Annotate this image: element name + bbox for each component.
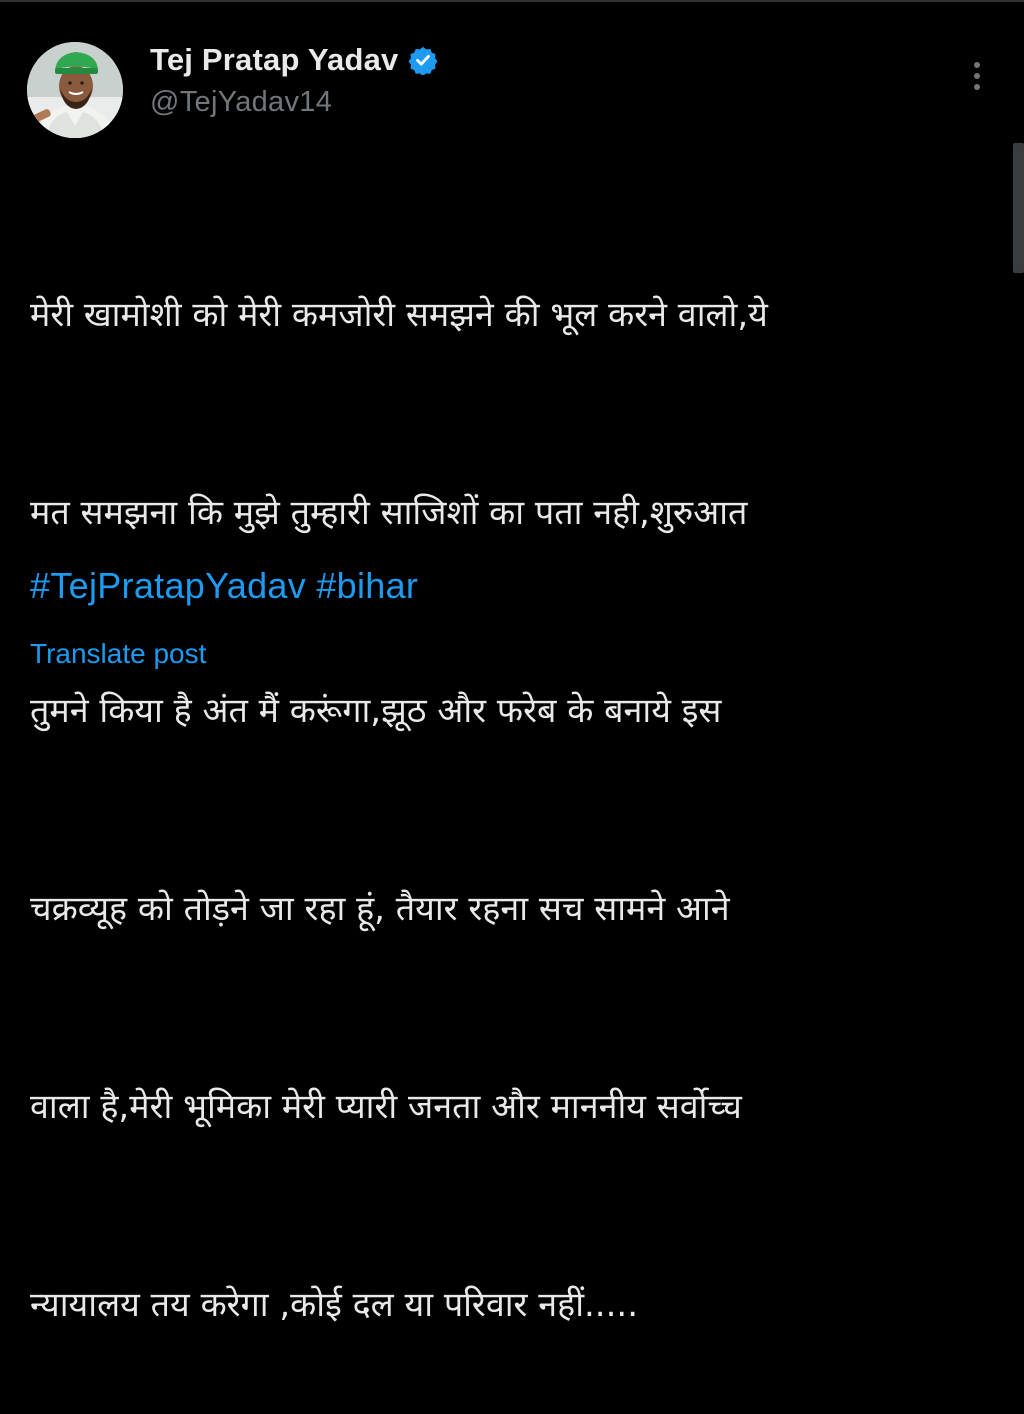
post-card: Tej Pratap Yadav @TejYadav14 मेरी खामोशी…	[0, 0, 1024, 1325]
author-handle[interactable]: @TejYadav14	[150, 86, 332, 119]
post-text-line: तुमने किया है अंत मैं करूंगा,झूठ और फरेब…	[30, 691, 722, 731]
author-display-name[interactable]: Tej Pratap Yadav	[150, 42, 398, 78]
post-text-line: मत समझना कि मुझे तुम्हारी साजिशों का पता…	[30, 493, 748, 533]
post-text-line: न्यायालय तय करेगा ,कोई दल या परिवार नहीं…	[30, 1285, 639, 1325]
hashtags: #TejPratapYadav #bihar	[30, 556, 418, 616]
more-dot	[974, 73, 980, 79]
hashtag-link[interactable]: #TejPratapYadav	[30, 565, 306, 606]
post-text: मेरी खामोशी को मेरी कमजोरी समझने की भूल …	[30, 150, 980, 1414]
post-text-line: वाला है,मेरी भूमिका मेरी प्यारी जनता और …	[30, 1087, 742, 1127]
avatar-photo	[27, 42, 123, 138]
avatar[interactable]	[27, 42, 123, 138]
verified-badge-icon[interactable]	[408, 45, 438, 76]
more-options-icon[interactable]	[962, 58, 992, 94]
post-text-line: चक्रव्यूह को तोड़ने जा रहा हूं, तैयार रह…	[30, 889, 730, 929]
translate-post-link[interactable]: Translate post	[30, 638, 206, 670]
more-dot	[974, 84, 980, 90]
hashtag-link[interactable]: #bihar	[316, 565, 418, 606]
post-text-line: मेरी खामोशी को मेरी कमजोरी समझने की भूल …	[30, 295, 768, 335]
more-dot	[974, 62, 980, 68]
scrollbar-thumb[interactable]	[1013, 143, 1024, 273]
author-name-row[interactable]: Tej Pratap Yadav	[150, 40, 438, 80]
